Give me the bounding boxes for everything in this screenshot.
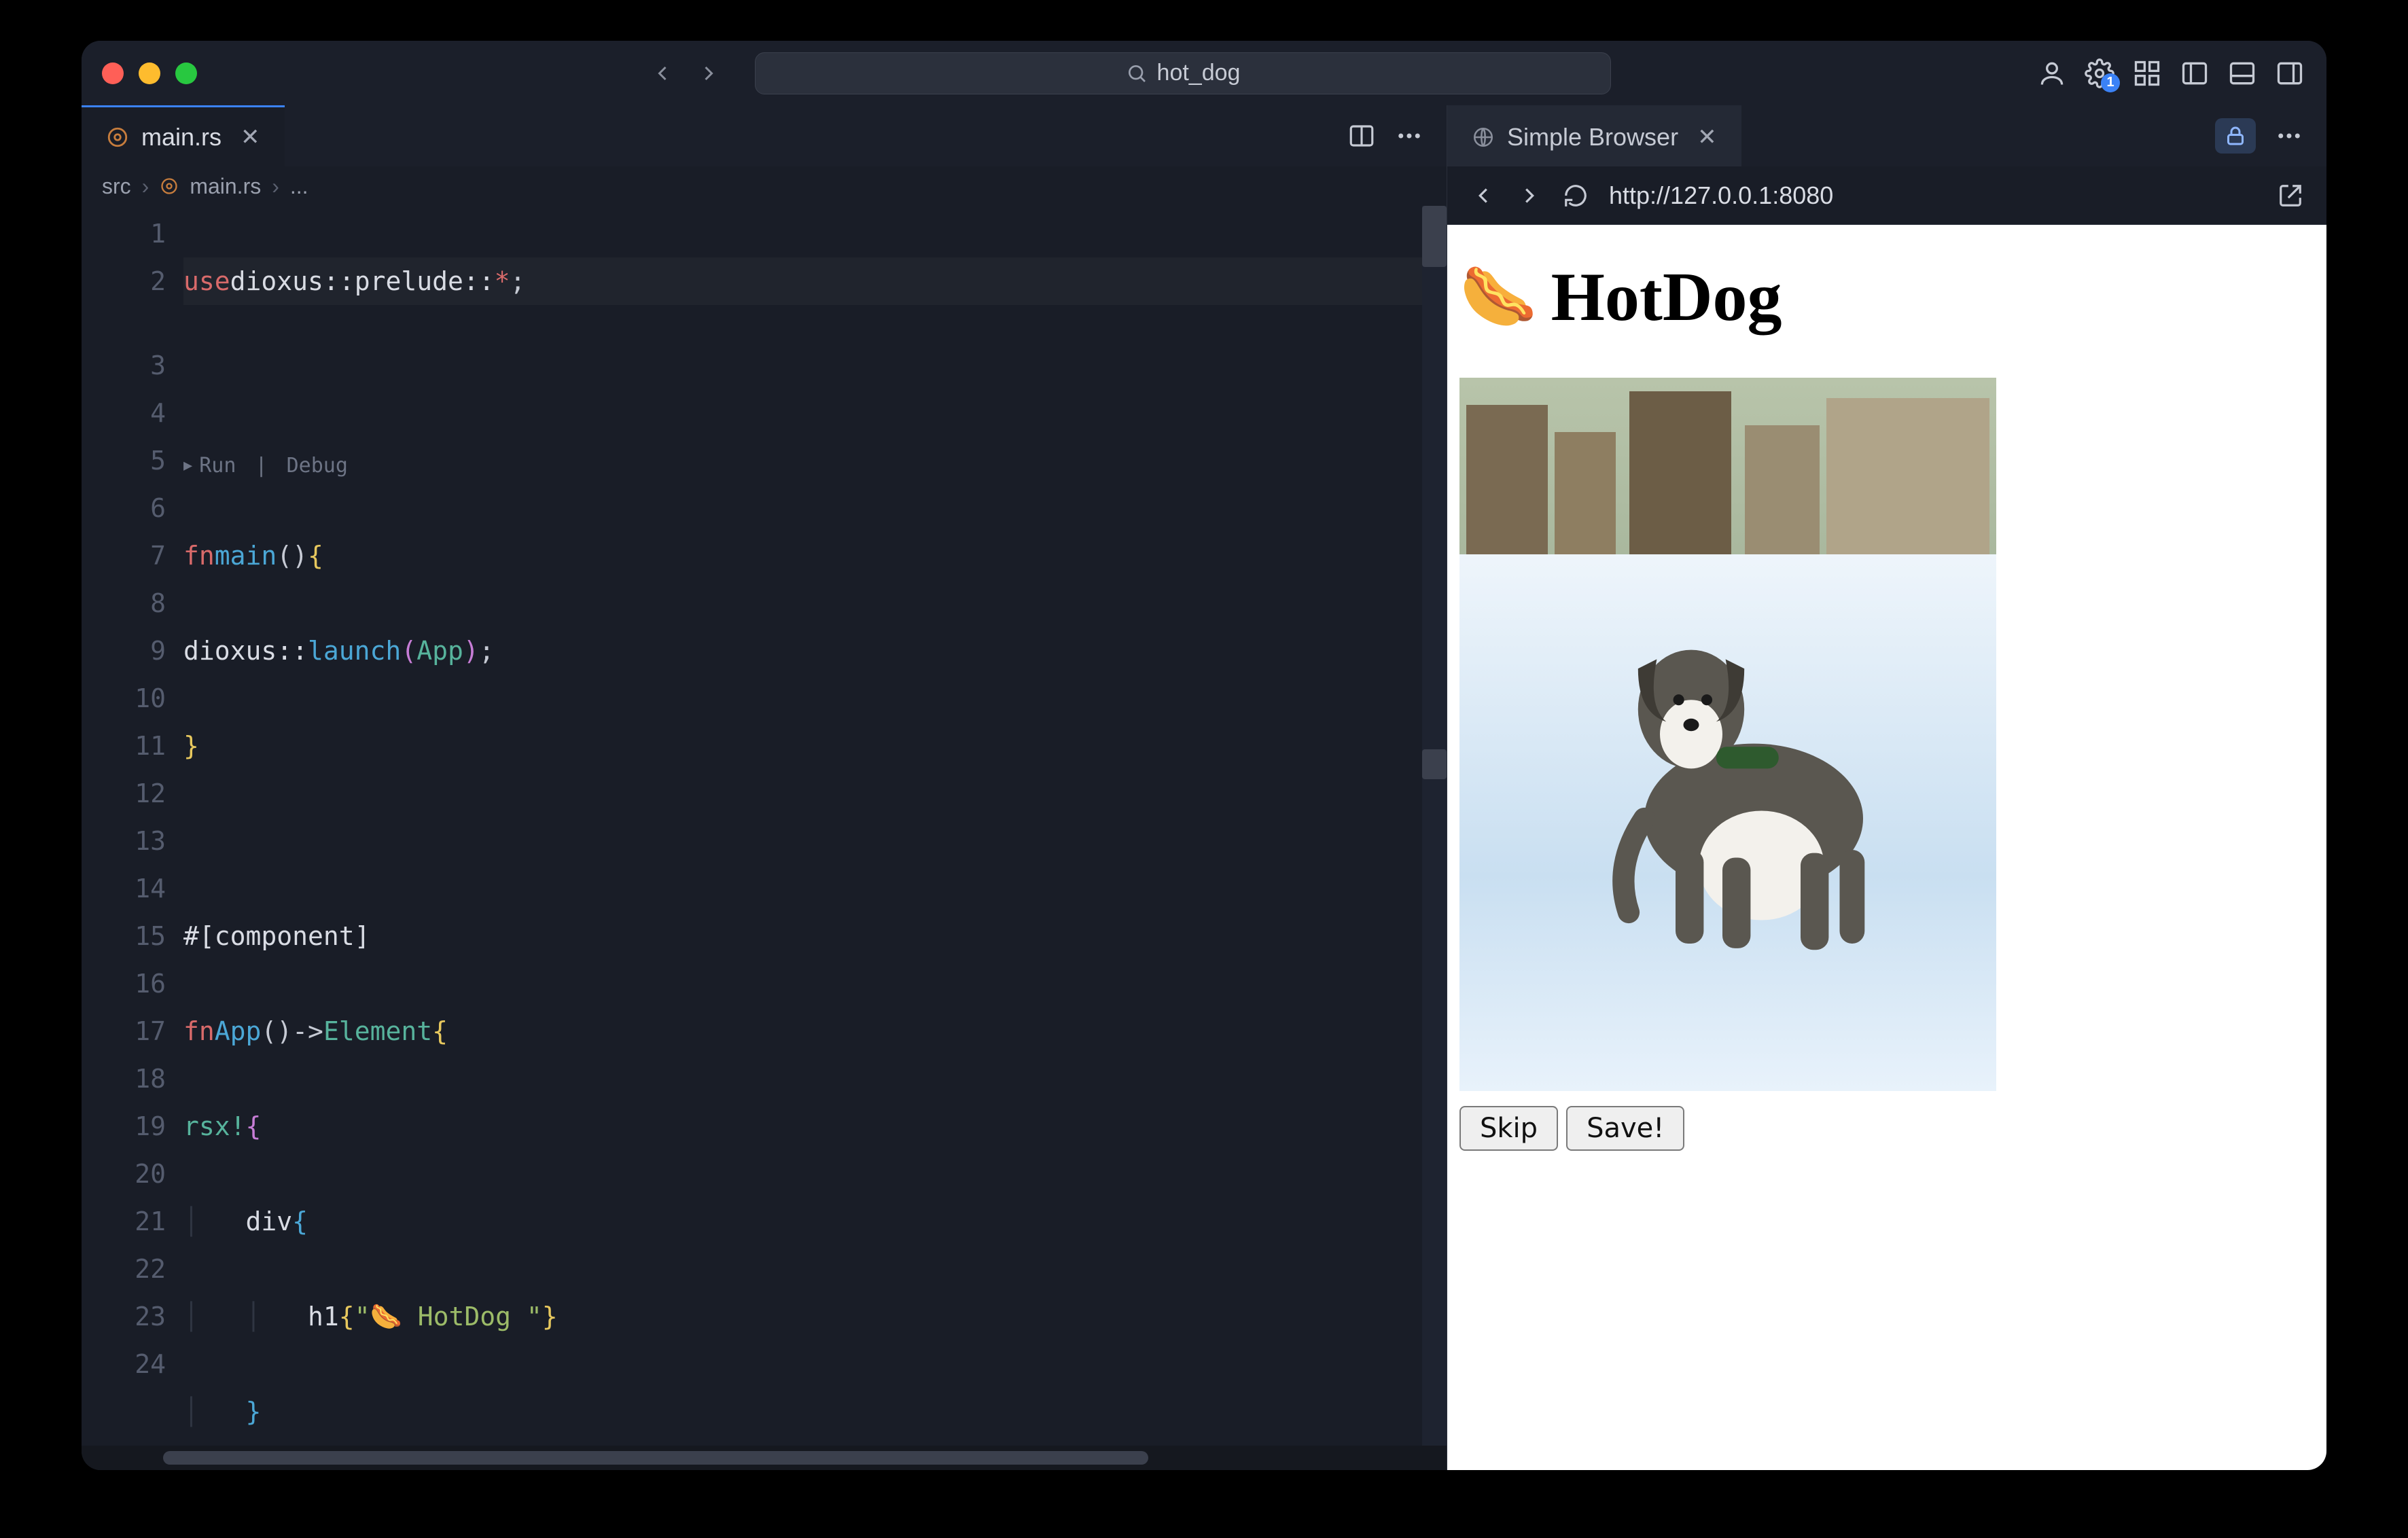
browser-back-button[interactable] bbox=[1470, 183, 1496, 209]
chevron-right-icon: › bbox=[142, 174, 149, 199]
page-title: 🌭 HotDog bbox=[1459, 257, 2314, 337]
history-nav bbox=[649, 60, 722, 87]
toggle-secondary-sidebar-icon[interactable] bbox=[2273, 57, 2306, 90]
window-controls bbox=[102, 62, 197, 84]
search-icon bbox=[1126, 62, 1148, 84]
breadcrumb[interactable]: src › main.rs › ... bbox=[82, 166, 1447, 206]
back-button[interactable] bbox=[649, 60, 676, 87]
line-number-gutter: 1 2 3 4 5 6 7 8 9 10 11 12 13 14 15 16 bbox=[82, 206, 183, 1446]
vscode-window: hot_dog 1 bbox=[82, 41, 2326, 1470]
chevron-right-icon: › bbox=[272, 174, 279, 199]
breadcrumb-folder: src bbox=[102, 174, 131, 199]
minimize-window-button[interactable] bbox=[139, 62, 160, 84]
save-button[interactable]: Save! bbox=[1566, 1106, 1684, 1151]
minimap[interactable] bbox=[1422, 206, 1447, 1446]
code-content[interactable]: use dioxus::prelude::*; ▶Run | Debug fn … bbox=[183, 206, 1447, 1446]
browser-tab-title: Simple Browser bbox=[1507, 123, 1678, 151]
breadcrumb-file: main.rs bbox=[190, 174, 261, 199]
toggle-primary-sidebar-icon[interactable] bbox=[2178, 57, 2211, 90]
titlebar: hot_dog 1 bbox=[82, 41, 2326, 105]
code-editor[interactable]: 1 2 3 4 5 6 7 8 9 10 11 12 13 14 15 16 bbox=[82, 206, 1447, 1446]
settings-gear-icon[interactable]: 1 bbox=[2083, 57, 2116, 90]
rust-file-icon bbox=[106, 126, 129, 149]
rendered-page: 🌭 HotDog bbox=[1459, 257, 2314, 1151]
browser-tabs: Simple Browser ✕ bbox=[1447, 105, 2326, 166]
browser-pane: Simple Browser ✕ bbox=[1447, 105, 2326, 1470]
tab-filename: main.rs bbox=[141, 123, 222, 151]
forward-button[interactable] bbox=[695, 60, 722, 87]
codelens-run-debug[interactable]: ▶Run | Debug bbox=[183, 448, 1447, 484]
search-text: hot_dog bbox=[1157, 60, 1241, 86]
skip-button[interactable]: Skip bbox=[1459, 1106, 1558, 1151]
editor-body: main.rs ✕ src › bbox=[82, 105, 2326, 1470]
more-actions-icon[interactable] bbox=[1395, 122, 1423, 150]
browser-viewport: 🌭 HotDog bbox=[1447, 225, 2326, 1470]
account-icon[interactable] bbox=[2036, 57, 2068, 90]
command-center-search[interactable]: hot_dog bbox=[755, 52, 1611, 94]
editor-tabs: main.rs ✕ bbox=[82, 105, 1447, 166]
browser-forward-button[interactable] bbox=[1517, 183, 1542, 209]
page-title-text: HotDog bbox=[1551, 257, 1782, 337]
layout-customize-icon[interactable] bbox=[2131, 57, 2163, 90]
settings-badge: 1 bbox=[2101, 73, 2120, 92]
tab-close-icon[interactable]: ✕ bbox=[241, 124, 260, 151]
horizontal-scrollbar[interactable] bbox=[82, 1446, 1447, 1470]
open-external-icon[interactable] bbox=[2278, 183, 2303, 209]
more-actions-icon[interactable] bbox=[2275, 122, 2303, 150]
editor-actions bbox=[1347, 105, 1447, 166]
rust-file-icon bbox=[160, 177, 179, 196]
dog-image bbox=[1459, 378, 1996, 1091]
titlebar-right-icons: 1 bbox=[2036, 57, 2306, 90]
close-window-button[interactable] bbox=[102, 62, 124, 84]
split-editor-icon[interactable] bbox=[1347, 122, 1376, 150]
lock-icon[interactable] bbox=[2215, 118, 2256, 154]
tab-close-icon[interactable]: ✕ bbox=[1697, 124, 1717, 151]
hotdog-emoji-icon: 🌭 bbox=[1459, 261, 1538, 334]
browser-url-input[interactable]: http://127.0.0.1:8080 bbox=[1609, 181, 2257, 210]
tab-main-rs[interactable]: main.rs ✕ bbox=[82, 105, 285, 166]
zoom-window-button[interactable] bbox=[175, 62, 197, 84]
tab-simple-browser[interactable]: Simple Browser ✕ bbox=[1447, 105, 1741, 166]
page-buttons: Skip Save! bbox=[1459, 1106, 2314, 1151]
dog-illustration bbox=[1582, 582, 1894, 962]
breadcrumb-symbol: ... bbox=[290, 174, 308, 199]
browser-url-bar: http://127.0.0.1:8080 bbox=[1447, 166, 2326, 225]
browser-editor-actions bbox=[2215, 105, 2326, 166]
toggle-panel-icon[interactable] bbox=[2226, 57, 2259, 90]
browser-reload-button[interactable] bbox=[1563, 183, 1589, 209]
editor-pane: main.rs ✕ src › bbox=[82, 105, 1447, 1470]
globe-icon bbox=[1472, 126, 1495, 149]
